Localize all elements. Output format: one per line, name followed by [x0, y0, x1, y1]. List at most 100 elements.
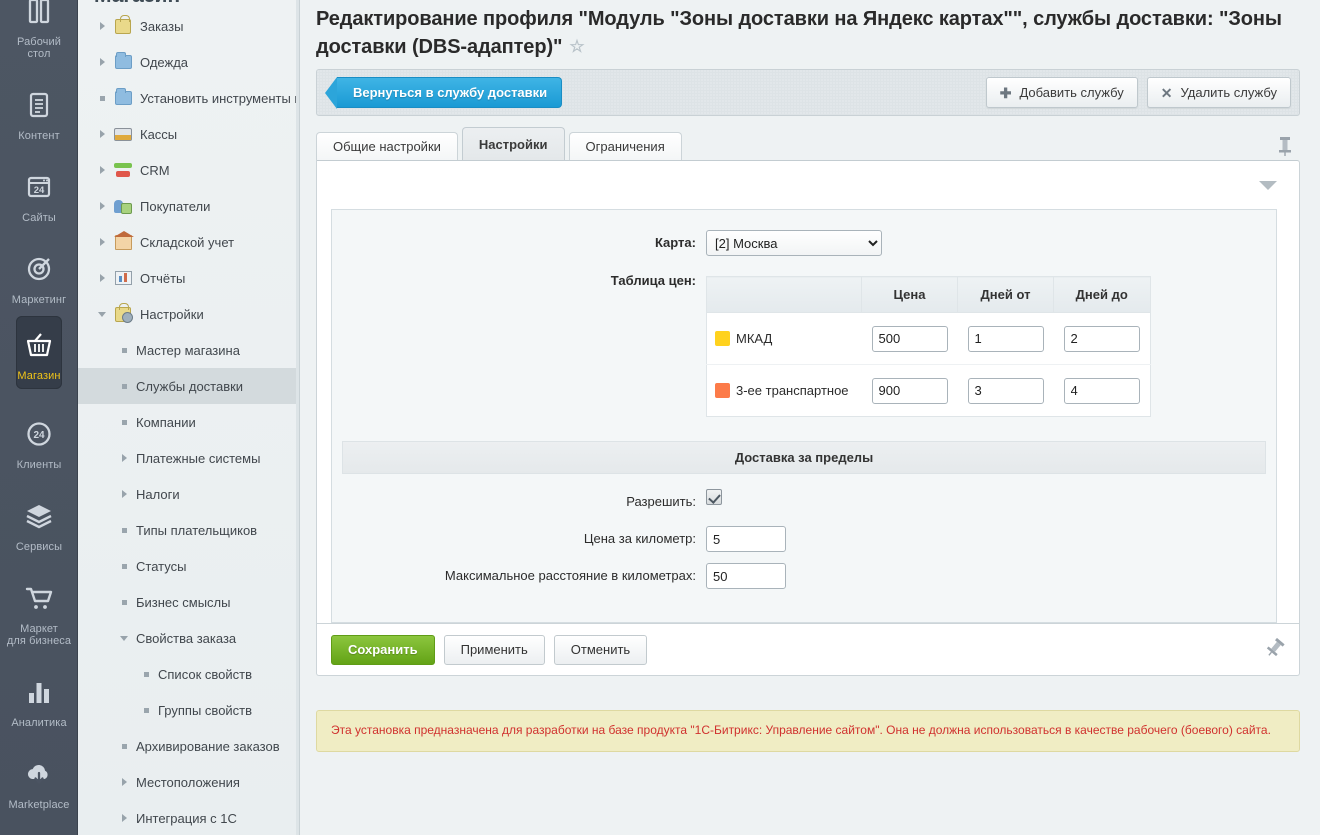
tree-twisty-dot-icon[interactable]	[116, 744, 132, 749]
tree-twisty-dot-icon[interactable]	[116, 420, 132, 425]
rail-item-label: Сайты	[22, 212, 56, 224]
price-per-km-row: Цена за километр:	[332, 526, 1276, 552]
sidebar-item-crm[interactable]: CRM	[78, 152, 299, 188]
price-table-control: ЦенаДней отДней до МКАД3-ее транспартное	[706, 268, 1276, 417]
price-input-1[interactable]	[872, 326, 948, 352]
sidebar-item-установить-инструменты-и[interactable]: Установить инструменты и	[78, 80, 299, 116]
sidebar-item-статусы[interactable]: Статусы	[78, 548, 299, 584]
tree-twisty-dot-icon[interactable]	[138, 708, 154, 713]
sidebar-item-типы-плательщиков[interactable]: Типы плательщиков	[78, 512, 299, 548]
sidebar-item-свойства-заказа[interactable]: Свойства заказа	[78, 620, 299, 656]
tree-twisty-closed-icon[interactable]	[94, 274, 110, 282]
sidebar-item-платежные-системы[interactable]: Платежные системы	[78, 440, 299, 476]
marketplace-cloud-icon	[16, 751, 62, 797]
pin-diagonal-icon[interactable]	[1265, 638, 1285, 658]
rail-item-1[interactable]: Рабочийстол	[0, 0, 78, 60]
sidebar-item-заказы[interactable]: Заказы	[78, 8, 299, 44]
sidebar-item-мастер-магазина[interactable]: Мастер магазина	[78, 332, 299, 368]
rail-item-3[interactable]: 24Сайты	[0, 160, 78, 224]
delete-service-button[interactable]: ✕ Удалить службу	[1147, 77, 1291, 108]
apply-button[interactable]: Применить	[444, 635, 545, 665]
toolbar: Вернуться в службу доставки ✚ Добавить с…	[316, 69, 1300, 116]
sidebar-tree: Магазин ЗаказыОдеждаУстановить инструмен…	[78, 0, 300, 835]
sidebar-item-покупатели[interactable]: Покупатели	[78, 188, 299, 224]
days-to-input-1[interactable]	[1064, 326, 1140, 352]
sidebar-scrollbar[interactable]	[296, 0, 299, 835]
sidebar-item-компании[interactable]: Компании	[78, 404, 299, 440]
chevron-down-icon[interactable]	[1259, 181, 1277, 190]
map-select[interactable]: [2] Москва	[706, 230, 882, 256]
sidebar-item-список-свойств[interactable]: Список свойств	[78, 656, 299, 692]
sidebar-item-label: Местоположения	[132, 775, 240, 790]
sidebar-item-отчёты[interactable]: Отчёты	[78, 260, 299, 296]
tree-twisty-closed-icon[interactable]	[116, 490, 132, 498]
sidebar-item-службы-доставки[interactable]: Службы доставки	[78, 368, 299, 404]
sidebar-item-бизнес-смыслы[interactable]: Бизнес смыслы	[78, 584, 299, 620]
price-table-head: ЦенаДней отДней до	[707, 277, 1151, 313]
tree-twisty-closed-icon[interactable]	[94, 238, 110, 246]
tree-twisty-dot-icon[interactable]	[138, 672, 154, 677]
max-distance-input[interactable]	[706, 563, 786, 589]
sidebar-item-местоположения[interactable]: Местоположения	[78, 764, 299, 800]
rail-item-label: Контент	[18, 130, 59, 142]
favorite-star-icon[interactable]: ☆	[569, 37, 584, 56]
crm-icon	[110, 163, 136, 177]
rail-item-7[interactable]: Сервисы	[0, 489, 78, 553]
rail-item-8[interactable]: Маркетдля бизнеса	[0, 571, 78, 647]
days-from-input-1[interactable]	[968, 326, 1044, 352]
tree-twisty-dot-icon[interactable]	[116, 564, 132, 569]
tree-twisty-closed-icon[interactable]	[116, 454, 132, 462]
rail-item-5[interactable]: Магазин	[16, 316, 62, 389]
settings-inner-box: Карта: [2] Москва Таблица цен: ЦенаДней …	[331, 209, 1277, 623]
sidebar-item-складской-учет[interactable]: Складской учет	[78, 224, 299, 260]
price-per-km-label: Цена за километр:	[332, 526, 706, 552]
rail-item-9[interactable]: Аналитика	[0, 665, 78, 729]
tree-twisty-closed-icon[interactable]	[116, 778, 132, 786]
price-per-km-input[interactable]	[706, 526, 786, 552]
sidebar-item-label: Складской учет	[136, 235, 234, 250]
tab-ограничения[interactable]: Ограничения	[569, 132, 682, 160]
back-to-delivery-service-button[interactable]: Вернуться в службу доставки	[337, 77, 562, 108]
tab-настройки[interactable]: Настройки	[462, 127, 565, 160]
tree-twisty-closed-icon[interactable]	[94, 22, 110, 30]
tree-twisty-closed-icon[interactable]	[94, 166, 110, 174]
max-distance-label: Максимальное расстояние в километрах:	[332, 563, 706, 589]
sidebar-item-кассы[interactable]: Кассы	[78, 116, 299, 152]
tree-twisty-closed-icon[interactable]	[116, 814, 132, 822]
allow-checkbox[interactable]	[706, 489, 722, 505]
rail-item-6[interactable]: 24Клиенты	[0, 407, 78, 471]
tree-twisty-open-icon[interactable]	[116, 636, 132, 641]
save-button[interactable]: Сохранить	[331, 635, 435, 665]
sidebar-item-налоги[interactable]: Налоги	[78, 476, 299, 512]
cancel-button[interactable]: Отменить	[554, 635, 647, 665]
tree-twisty-dot-icon[interactable]	[94, 96, 110, 101]
rail-item-2[interactable]: Контент	[0, 78, 78, 142]
rail-item-10[interactable]: Marketplace	[0, 747, 78, 811]
customers-icon	[110, 199, 136, 214]
sidebar-item-настройки[interactable]: Настройки	[78, 296, 299, 332]
pin-icon[interactable]	[1276, 136, 1294, 156]
orders-bag-icon	[110, 19, 136, 34]
sidebar-item-одежда[interactable]: Одежда	[78, 44, 299, 80]
tree-twisty-closed-icon[interactable]	[94, 130, 110, 138]
tab-общие-настройки[interactable]: Общие настройки	[316, 132, 458, 160]
sidebar-item-label: Отчёты	[136, 271, 185, 286]
shop-basket-icon	[16, 322, 62, 368]
tree-twisty-open-icon[interactable]	[94, 312, 110, 317]
tree-twisty-dot-icon[interactable]	[116, 384, 132, 389]
days-to-input-2[interactable]	[1064, 378, 1140, 404]
sidebar-item-интеграция-с-1с[interactable]: Интеграция с 1С	[78, 800, 299, 835]
tree-twisty-closed-icon[interactable]	[94, 58, 110, 66]
tree-twisty-closed-icon[interactable]	[94, 202, 110, 210]
sidebar-item-архивирование-заказов[interactable]: Архивирование заказов	[78, 728, 299, 764]
tree-twisty-dot-icon[interactable]	[116, 528, 132, 533]
sidebar-item-группы-свойств[interactable]: Группы свойств	[78, 692, 299, 728]
days-from-input-2[interactable]	[968, 378, 1044, 404]
rail-item-4[interactable]: Маркетинг	[0, 242, 78, 306]
tree-twisty-dot-icon[interactable]	[116, 600, 132, 605]
add-service-button[interactable]: ✚ Добавить службу	[986, 77, 1138, 108]
price-input-2[interactable]	[872, 378, 948, 404]
zone-name: 3-ее транспартное	[736, 383, 849, 398]
tree-twisty-dot-icon[interactable]	[116, 348, 132, 353]
folder-icon	[110, 55, 136, 69]
